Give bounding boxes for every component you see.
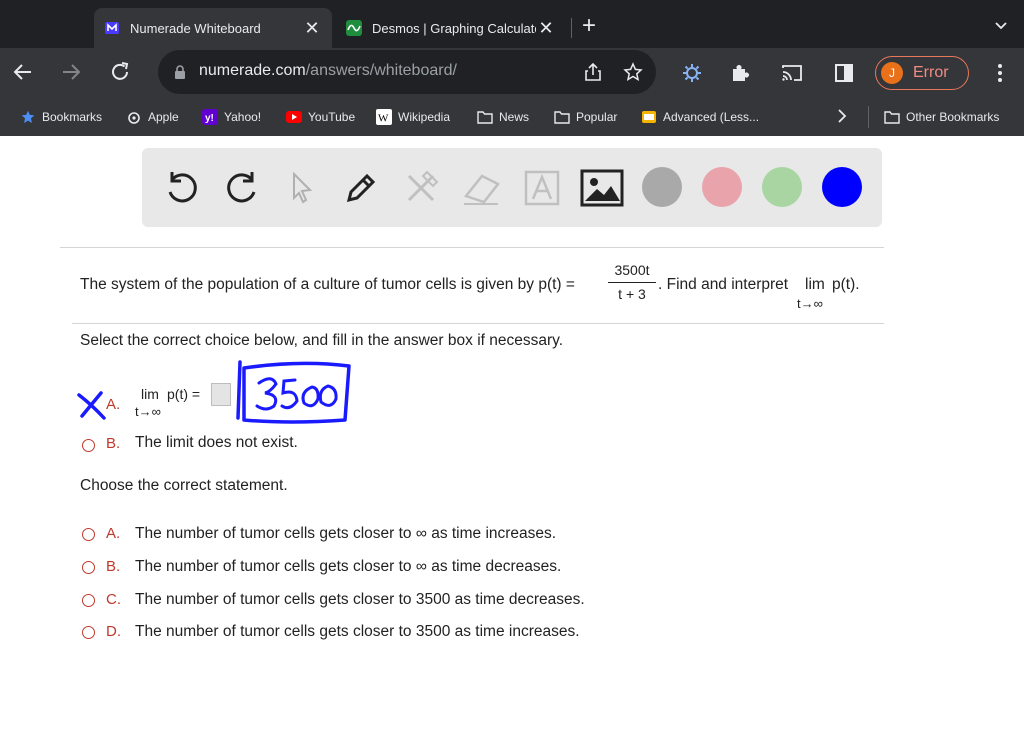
whiteboard-ink-layer <box>77 360 351 424</box>
ink-cross-mark <box>77 391 106 420</box>
ink-handwritten-3500 <box>255 377 338 411</box>
